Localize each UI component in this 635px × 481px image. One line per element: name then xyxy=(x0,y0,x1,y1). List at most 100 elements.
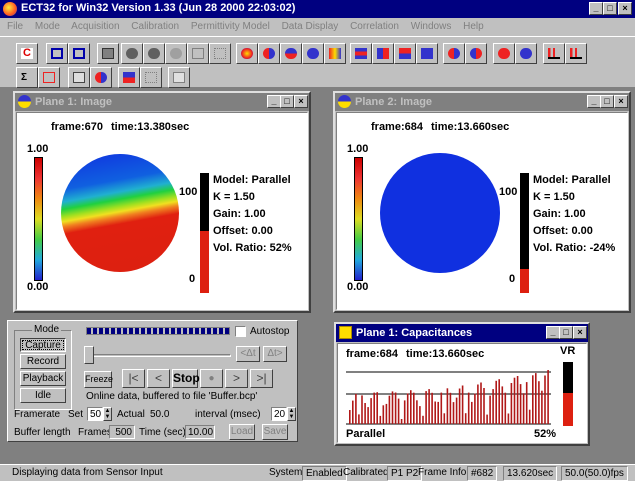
display-button[interactable] xyxy=(97,43,119,64)
bar-view-button-3[interactable] xyxy=(394,43,416,64)
menu-mode[interactable]: Mode xyxy=(35,21,60,32)
connect-button[interactable]: C xyxy=(16,43,38,64)
actual-value: 50.0 xyxy=(150,409,170,420)
bar-view-button-1[interactable] xyxy=(350,43,372,64)
capacitances-frame: frame:684 xyxy=(346,348,398,360)
menu-help[interactable]: Help xyxy=(463,21,484,32)
bar-view-button-2[interactable] xyxy=(372,43,394,64)
plane1-minimize-button[interactable]: _ xyxy=(267,95,281,108)
flow-button[interactable] xyxy=(324,43,346,64)
plane2-frame: frame:684 xyxy=(371,121,423,133)
compare-button-2[interactable] xyxy=(465,43,487,64)
load-button[interactable]: Load xyxy=(229,424,255,440)
capacitances-maximize-button[interactable]: □ xyxy=(559,326,573,339)
plane-2-button[interactable] xyxy=(143,43,165,64)
compare-button-1[interactable] xyxy=(443,43,465,64)
image-view-button-2[interactable] xyxy=(68,43,90,64)
plane2-minimize-button[interactable]: _ xyxy=(587,95,601,108)
capacitance-bar xyxy=(458,388,461,424)
first-frame-button[interactable]: |< xyxy=(122,369,145,388)
bar-view-button-4[interactable] xyxy=(416,43,438,64)
capacitances-plot-area: frame:684 time:13.660sec VR Parallel 52% xyxy=(337,343,587,443)
plane2-close-button[interactable]: × xyxy=(614,95,628,108)
delta-back-button[interactable]: <Δt xyxy=(236,346,260,362)
frame-info-value: #682 xyxy=(467,466,498,481)
tool-button-4[interactable] xyxy=(90,67,112,88)
tomogram-icon xyxy=(307,48,319,59)
capacitance-bar xyxy=(373,392,375,424)
plane1-maximize-button[interactable]: □ xyxy=(280,95,294,108)
menu-windows[interactable]: Windows xyxy=(411,21,452,32)
c-icon: C xyxy=(21,48,33,59)
last-frame-button[interactable]: >| xyxy=(250,369,273,388)
playback-slider-track[interactable] xyxy=(86,354,231,357)
framerate-spinner[interactable]: ▲ ▼ xyxy=(103,407,112,421)
histogram-button-2[interactable] xyxy=(565,43,587,64)
playback-slider-thumb[interactable] xyxy=(84,346,94,364)
plane1-titlebar: Plane 1: Image _ □ × xyxy=(15,93,309,111)
tomogram-button-1[interactable] xyxy=(236,43,258,64)
prev-frame-button[interactable]: < xyxy=(147,369,170,388)
plane2-scale-top: 1.00 xyxy=(347,143,369,155)
record-button[interactable]: Record xyxy=(20,354,66,369)
idle-button[interactable]: Idle xyxy=(20,388,66,403)
tomogram-button-4[interactable] xyxy=(302,43,324,64)
grid-button[interactable] xyxy=(209,43,231,64)
toolbar-area: C Σ xyxy=(0,36,635,88)
wave-button[interactable] xyxy=(187,43,209,64)
stop-button[interactable]: Stop xyxy=(172,369,200,388)
playback-button[interactable]: Playback xyxy=(20,371,66,386)
freeze-button[interactable]: Freeze xyxy=(84,371,113,388)
menu-file[interactable]: File xyxy=(7,21,23,32)
plane-select-button-2[interactable] xyxy=(515,43,537,64)
menu-permittivity-model[interactable]: Permittivity Model xyxy=(191,21,270,32)
sigma-button[interactable]: Σ xyxy=(16,67,38,88)
capacitances-close-button[interactable]: × xyxy=(573,326,587,339)
plane2-vol-ratio: Vol. Ratio: -24% xyxy=(533,242,616,254)
next-frame-button[interactable]: > xyxy=(225,369,248,388)
record-dot-button[interactable]: ● xyxy=(200,369,223,388)
plane-1-button[interactable] xyxy=(121,43,143,64)
framerate-label: Framerate xyxy=(14,409,61,420)
image-view-button-1[interactable] xyxy=(46,43,68,64)
close-button[interactable]: × xyxy=(618,2,632,15)
tool-button-6[interactable] xyxy=(140,67,162,88)
minimize-button[interactable]: _ xyxy=(589,2,603,15)
menu-data-display[interactable]: Data Display xyxy=(282,21,339,32)
autostop-checkbox[interactable] xyxy=(235,326,246,337)
capacitance-bar xyxy=(388,395,391,424)
frame-icon xyxy=(73,48,85,59)
mode-label: Mode xyxy=(32,324,62,335)
tool-button-7[interactable] xyxy=(168,67,190,88)
save-button[interactable]: Save xyxy=(262,424,288,440)
time-input[interactable]: 10.00 xyxy=(185,425,215,439)
interval-spinner[interactable]: ▲ ▼ xyxy=(287,407,296,421)
frames-input[interactable]: 500 xyxy=(109,425,135,439)
tool-button-2[interactable] xyxy=(38,67,60,88)
capacitance-bar xyxy=(489,395,491,424)
capacitance-bar xyxy=(440,392,443,424)
tomogram-button-3[interactable] xyxy=(280,43,302,64)
menu-calibration[interactable]: Calibration xyxy=(131,21,179,32)
interval-input[interactable]: 20 xyxy=(271,407,287,421)
tomogram-button-2[interactable] xyxy=(258,43,280,64)
delta-forward-button[interactable]: Δt> xyxy=(263,346,287,362)
grid-icon xyxy=(214,48,226,59)
maximize-button[interactable]: □ xyxy=(603,2,617,15)
plane-3-button[interactable] xyxy=(165,43,187,64)
capture-button[interactable]: Capture xyxy=(20,338,66,352)
menu-correlation[interactable]: Correlation xyxy=(350,21,399,32)
tool-button-3[interactable] xyxy=(68,67,90,88)
plane1-bar-top: 100 xyxy=(179,186,198,198)
capacitances-percent: 52% xyxy=(534,428,557,440)
plane1-close-button[interactable]: × xyxy=(294,95,308,108)
tool-button-5[interactable] xyxy=(118,67,140,88)
capacitance-bar xyxy=(535,373,537,424)
three-icon xyxy=(170,48,182,59)
framerate-set-input[interactable]: 50 xyxy=(87,407,103,421)
plane2-maximize-button[interactable]: □ xyxy=(600,95,614,108)
menu-acquisition[interactable]: Acquisition xyxy=(71,21,119,32)
capacitances-minimize-button[interactable]: _ xyxy=(546,326,560,339)
histogram-button-1[interactable] xyxy=(543,43,565,64)
plane-select-button-1[interactable] xyxy=(493,43,515,64)
